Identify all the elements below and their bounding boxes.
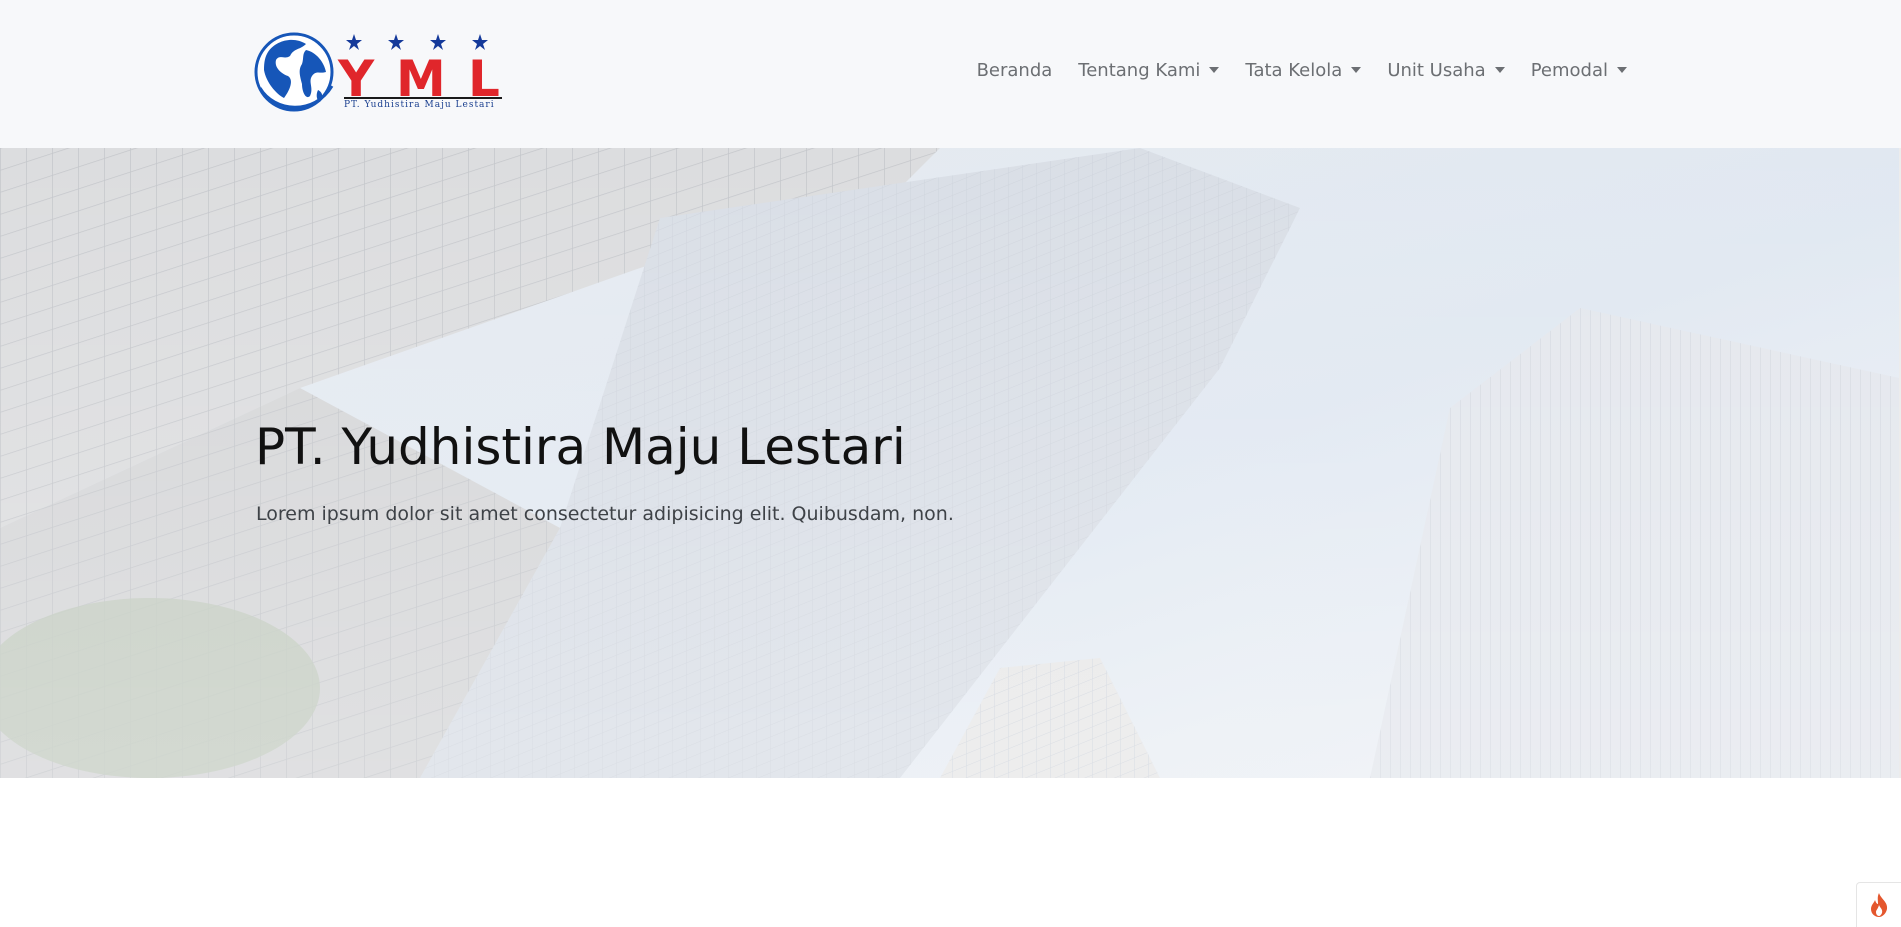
nav-item-label: Unit Usaha [1387,60,1486,81]
caret-down-icon [1494,66,1505,73]
nav-item-tata-kelola[interactable]: Tata Kelola [1245,60,1362,81]
nav-item-label: Tata Kelola [1245,60,1343,81]
nav-item-tentang-kami[interactable]: Tentang Kami [1078,60,1220,81]
nav-item-unit-usaha[interactable]: Unit Usaha [1387,60,1505,81]
flame-widget[interactable] [1856,882,1901,927]
hero-banner: PT. Yudhistira Maju Lestari Lorem ipsum … [0,148,1899,778]
main-nav: Beranda Tentang Kami Tata Kelola Unit Us… [977,60,1627,81]
navbar: Y M L PT. Yudhistira Maju Lestari Berand… [0,0,1901,148]
nav-item-label: Beranda [976,60,1053,81]
nav-item-label: Tentang Kami [1078,60,1201,81]
caret-down-icon [1351,66,1362,73]
nav-item-label: Pemodal [1530,60,1608,81]
flame-icon [1871,893,1888,917]
hero-title: PT. Yudhistira Maju Lestari [255,418,906,476]
nav-item-pemodal[interactable]: Pemodal [1531,60,1627,81]
caret-down-icon [1209,66,1220,73]
logo-tagline: PT. Yudhistira Maju Lestari [344,100,495,110]
nav-item-beranda[interactable]: Beranda [977,60,1053,81]
hero-subtitle: Lorem ipsum dolor sit amet consectetur a… [256,503,954,525]
caret-down-icon [1617,66,1627,73]
